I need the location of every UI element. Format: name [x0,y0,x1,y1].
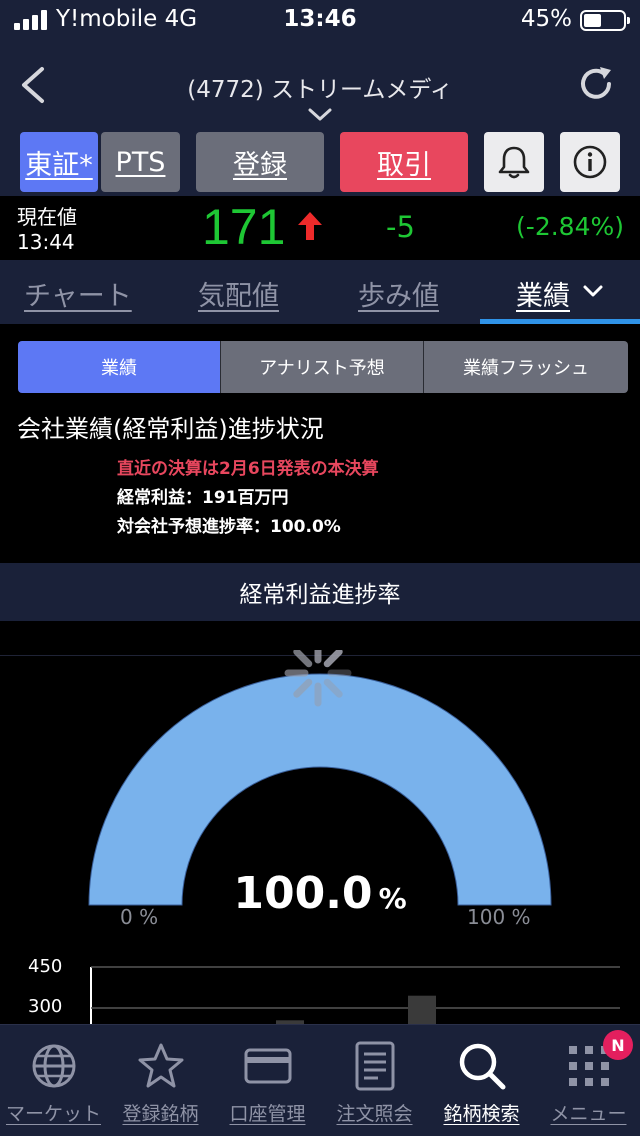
price-change: -5 [386,210,415,244]
search-icon [459,1043,505,1090]
grid-dot [584,1078,593,1086]
grid-dot [600,1062,609,1070]
gauge-max-label: 100 % [467,905,531,929]
chevron-down-icon[interactable] [582,284,604,300]
nav-label: メニュー [550,1103,627,1125]
bell-button[interactable] [484,132,544,192]
results-segmented-control: 業績 アナリスト予想 業績フラッシュ [18,341,628,393]
market-pts-button[interactable]: PTS [101,132,180,192]
document-icon [355,1041,394,1091]
spinner-spoke [323,650,343,668]
app-header: (4772) ストリームメディ [0,40,640,128]
segment-results[interactable]: 業績 [18,341,220,393]
bar [408,995,436,1026]
grid-dot [584,1046,593,1054]
nav-label: マーケット [5,1103,101,1125]
grid-dot [568,1062,577,1070]
price-row: 現在値 13:44 171 -5 (-2.84%) [0,196,640,260]
battery-icon [580,10,630,31]
detail-tabs: チャート 気配値 歩み値 業績 [0,260,640,324]
nav-orders[interactable]: 注文照会 [321,1025,428,1136]
bell-icon [498,146,530,179]
active-tab-indicator [480,319,640,324]
recent-results-prefix: 直近の決算は2月6日発表の [117,459,328,479]
globe-icon [32,1044,75,1088]
nav-label: 銘柄検索 [443,1103,520,1125]
tab-quote[interactable]: 気配値 [198,274,279,313]
nav-market[interactable]: マーケット [0,1025,107,1136]
tab-chart[interactable]: チャート [24,274,132,313]
price-time: 13:44 [17,230,75,254]
notification-badge: N [603,1030,633,1060]
recent-results-type: 本決算 [327,459,379,479]
star-icon [138,1043,183,1088]
segment-analyst-forecast[interactable]: アナリスト予想 [220,341,423,393]
arrow-up-icon [298,212,322,240]
grid-dot [584,1062,593,1070]
refresh-icon[interactable] [576,64,616,104]
bottom-navigation: マーケット 登録銘柄 口座管理 注文照会 銘柄検索 メニュー [0,1024,640,1136]
recent-results-note: 直近の決算は2月6日発表の本決算 [117,454,379,479]
current-price: 171 [202,199,286,255]
info-icon [573,145,607,179]
spinner-spoke [293,650,313,668]
battery-percent: 45% [520,6,572,32]
grid-dot [600,1078,609,1086]
nav-stock-search[interactable]: 銘柄検索 [428,1025,535,1136]
gauge-value-unit: % [378,882,407,915]
chevron-down-icon[interactable] [306,106,334,124]
nav-watchlist[interactable]: 登録銘柄 [107,1025,214,1136]
trade-button[interactable]: 取引 [340,132,468,192]
ordinary-profit: 経常利益：191百万円 [117,488,289,508]
price-label: 現在値 [17,205,77,229]
register-button[interactable]: 登録 [196,132,324,192]
price-change-percent: (-2.84%) [516,212,624,241]
gauge-value: 100.0% [0,868,640,919]
progress-chart-header: 経常利益進捗率 [0,563,640,621]
market-tosho-button[interactable]: 東証* [20,132,98,192]
nav-label: 注文照会 [336,1103,413,1125]
tab-ticks[interactable]: 歩み値 [358,274,439,313]
gauge-min-label: 0 % [120,905,159,929]
nav-label: 登録銘柄 [122,1103,199,1125]
card-icon [244,1048,291,1084]
info-button[interactable] [560,132,620,192]
grid-dot [568,1078,577,1086]
tab-results[interactable]: 業績 [516,274,570,313]
profit-bar-chart [90,966,620,1026]
progress-rate: 対会社予想進捗率：100.0% [117,517,341,537]
nav-label: 口座管理 [229,1103,306,1125]
stock-title[interactable]: (4772) ストリームメディ [0,70,640,104]
grid-dot [568,1046,577,1054]
toolbar: 東証* PTS 登録 取引 [0,128,640,196]
nav-account[interactable]: 口座管理 [214,1025,321,1136]
status-bar: Y!mobile 4G 13:46 45% [0,0,640,40]
gauge-value-number: 100.0 [233,868,373,919]
section-title: 会社業績(経常利益)進捗状況 [17,415,324,443]
segment-results-flash[interactable]: 業績フラッシュ [423,341,628,393]
